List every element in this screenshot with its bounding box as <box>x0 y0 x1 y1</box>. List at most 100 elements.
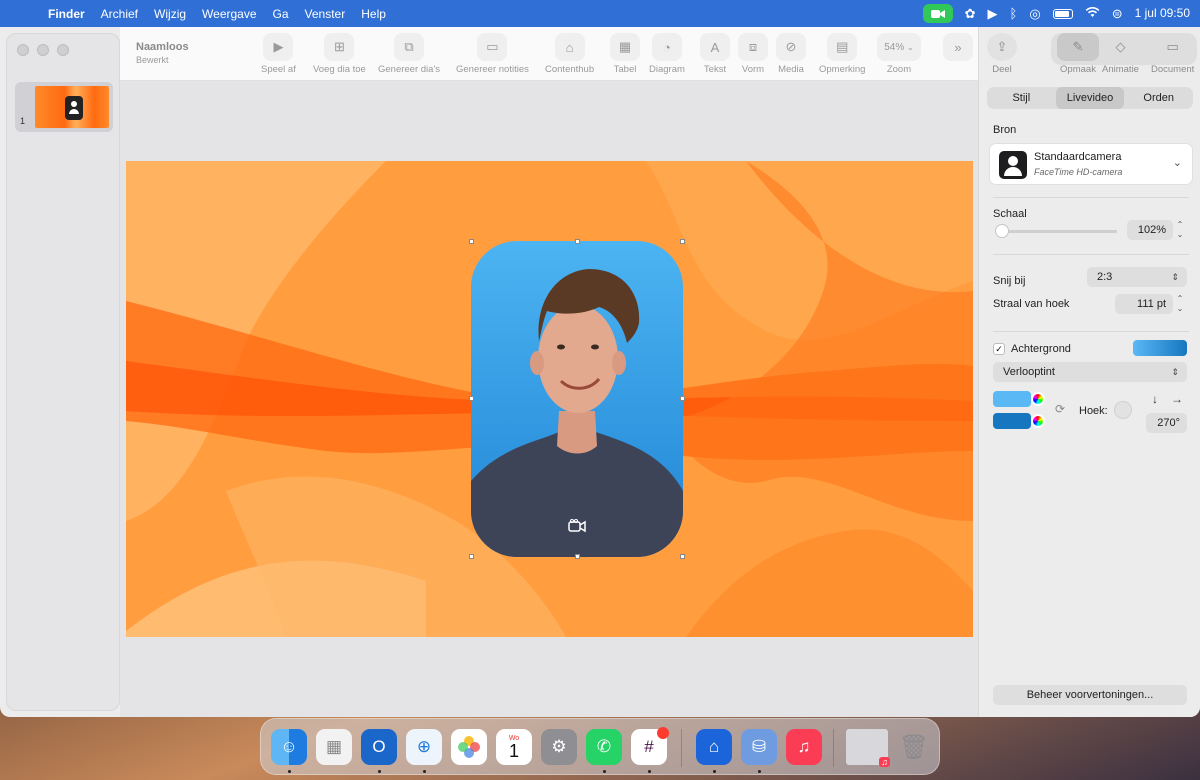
divider <box>993 197 1189 198</box>
selection-handle[interactable] <box>575 554 580 559</box>
wifi-icon[interactable] <box>1085 0 1100 27</box>
creative-cloud-icon[interactable]: ✿ <box>965 0 976 27</box>
photos-icon[interactable] <box>451 729 487 765</box>
scale-label: Schaal <box>993 208 1027 220</box>
backup-app-icon[interactable]: ⛁ <box>741 729 777 765</box>
control-center-icon[interactable]: ⊜ <box>1112 0 1123 27</box>
corner-radius-stepper[interactable]: ⌃ ⌄ <box>1174 294 1186 314</box>
animation-diamond-icon: ◇ <box>1115 39 1126 54</box>
scale-slider-knob[interactable] <box>995 224 1009 238</box>
slide-canvas[interactable] <box>126 161 973 637</box>
selection-handle[interactable] <box>680 554 685 559</box>
tab-live-video[interactable]: Livevideo <box>1055 87 1125 109</box>
angle-wheel[interactable] <box>1114 401 1132 419</box>
color-wheel-icon[interactable] <box>1031 414 1045 428</box>
arrow-down-icon[interactable]: ↓ <box>1146 391 1164 407</box>
media-button[interactable]: ⊘ Media <box>776 33 806 75</box>
swap-colors-icon[interactable]: ⟳ <box>1051 401 1069 417</box>
crop-select[interactable]: 2:3 ⇕ <box>1087 267 1187 287</box>
system-settings-icon[interactable]: ⚙ <box>541 729 577 765</box>
music-icon[interactable]: ♫ <box>786 729 822 765</box>
crop-label: Snij bij <box>993 275 1026 287</box>
slide-number: 1 <box>20 116 26 126</box>
content-hub-button[interactable]: ⌂ Contenthub <box>545 33 594 75</box>
comment-button[interactable]: ▤ Opmerking <box>819 33 865 75</box>
background-color-well[interactable] <box>1133 340 1187 356</box>
selection-handle[interactable] <box>469 396 474 401</box>
bluetooth-icon[interactable]: ᛒ <box>1010 0 1018 27</box>
play-button[interactable]: ▶ Speel af <box>261 33 296 75</box>
airdrop-icon[interactable]: ◎ <box>1029 0 1040 27</box>
dock: ☺ ▦ O ⊕ Wo 1 ⚙ ✆ # ⌂ ⛁ ♫ ♫ 🗑 <box>260 718 940 775</box>
generate-slides-button[interactable]: ⧉ Genereer dia's <box>378 33 440 75</box>
tab-format[interactable]: ✎ Opmaak <box>1057 33 1099 75</box>
calendar-icon[interactable]: Wo 1 <box>496 729 532 765</box>
window-controls <box>17 44 69 56</box>
selection-handle[interactable] <box>575 239 580 244</box>
menu-finder[interactable]: Finder <box>40 7 93 21</box>
keynote-icon[interactable]: ⌂ <box>696 729 732 765</box>
outlook-icon[interactable]: O <box>361 729 397 765</box>
menu-ga[interactable]: Ga <box>265 7 297 21</box>
manage-previews-button[interactable]: Beheer voorvertoningen... <box>993 685 1187 705</box>
add-slide-button[interactable]: ⊞ Voeg dia toe <box>313 33 366 75</box>
table-button[interactable]: ▦ Tabel <box>610 33 640 75</box>
slide-navigator: 1 <box>6 33 120 711</box>
safari-icon[interactable]: ⊕ <box>406 729 442 765</box>
more-toolbar-button[interactable]: » <box>943 33 973 61</box>
menu-venster[interactable]: Venster <box>297 7 354 21</box>
share-button[interactable]: ⇪ Deel <box>987 33 1017 75</box>
scale-slider-track[interactable] <box>995 230 1117 233</box>
selection-handle[interactable] <box>680 239 685 244</box>
background-label: Achtergrond <box>1011 343 1071 355</box>
camera-in-use-icon[interactable] <box>922 4 953 23</box>
shape-button[interactable]: ⧈ Vorm <box>738 33 768 75</box>
trash-icon[interactable]: 🗑 <box>896 729 932 765</box>
chevron-down-icon: ⌄ <box>907 42 914 52</box>
play-circle-icon[interactable]: ▶ <box>988 0 998 27</box>
add-slide-icon: ⊞ <box>324 33 355 61</box>
tab-arrange[interactable]: Orden <box>1124 87 1193 109</box>
arrow-right-icon[interactable]: → <box>1168 391 1186 407</box>
minimized-music-window[interactable]: ♫ <box>846 729 890 767</box>
launchpad-icon[interactable]: ▦ <box>316 729 352 765</box>
calendar-day: 1 <box>508 740 519 761</box>
close-button[interactable] <box>17 44 29 56</box>
text-button[interactable]: A Tekst <box>700 33 730 75</box>
selection-handle[interactable] <box>469 239 474 244</box>
fill-type-select[interactable]: Verlooptint ⇕ <box>993 362 1187 382</box>
selection-handle[interactable] <box>680 396 685 401</box>
minimize-button[interactable] <box>37 44 49 56</box>
text-icon: A <box>700 33 730 61</box>
menu-help[interactable]: Help <box>353 7 394 21</box>
scale-field[interactable]: 102% <box>1127 220 1173 240</box>
scale-stepper[interactable]: ⌃ ⌄ <box>1174 220 1186 240</box>
corner-radius-field[interactable]: 111 pt <box>1115 294 1173 314</box>
selection-handle[interactable] <box>469 554 474 559</box>
color-wheel-icon[interactable] <box>1031 392 1045 406</box>
tab-style[interactable]: Stijl <box>987 87 1056 109</box>
menu-wijzig[interactable]: Wijzig <box>146 7 194 21</box>
menu-weergave[interactable]: Weergave <box>194 7 264 21</box>
menu-archief[interactable]: Archief <box>93 7 146 21</box>
generate-notes-button[interactable]: ▭ Genereer notities <box>456 33 529 75</box>
chart-button[interactable]: ◔ Diagram <box>649 33 685 75</box>
battery-icon[interactable] <box>1052 8 1073 19</box>
camera-source-select[interactable]: Standaardcamera FaceTime HD-camera ⌄ <box>989 143 1193 185</box>
finder-icon[interactable]: ☺ <box>271 729 307 765</box>
comment-icon: ▤ <box>827 33 858 61</box>
angle-field[interactable]: 270° <box>1146 413 1187 433</box>
gradient-start-color-well[interactable] <box>993 391 1031 407</box>
tab-document[interactable]: ▭ Document <box>1151 33 1194 75</box>
tab-animate[interactable]: ◇ Animatie <box>1102 33 1139 75</box>
background-checkbox[interactable]: ✓ <box>993 343 1005 355</box>
zoom-button-group[interactable]: 54% ⌄ Zoom <box>877 33 921 75</box>
live-video-feed[interactable] <box>471 241 683 557</box>
whatsapp-icon[interactable]: ✆ <box>586 729 622 765</box>
document-title[interactable]: Naamloos <box>136 41 189 53</box>
format-subtabs: Stijl Livevideo Orden <box>987 87 1193 109</box>
gradient-end-color-well[interactable] <box>993 413 1031 429</box>
clock[interactable]: 1 jul 09:50 <box>1135 0 1190 27</box>
zoom-button[interactable] <box>57 44 69 56</box>
slide-thumbnail[interactable]: 1 <box>15 82 113 132</box>
